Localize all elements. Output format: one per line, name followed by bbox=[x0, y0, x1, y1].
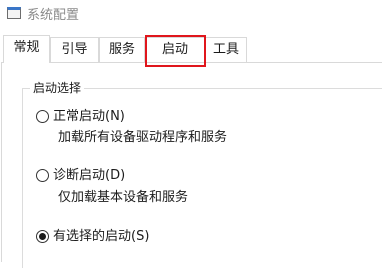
diagnostic-startup-description: 仅加载基本设备和服务 bbox=[58, 190, 189, 205]
tab-boot[interactable]: 引导 bbox=[50, 37, 99, 62]
radio-selected-dot bbox=[39, 233, 46, 240]
system-configuration-window: 系统配置 常规 引导 服务 启动 工具 启动选择 正常启动(N) 加载所有设备驱… bbox=[0, 0, 382, 268]
title-bar: 系统配置 bbox=[0, 0, 382, 30]
normal-startup-description: 加载所有设备驱动程序和服务 bbox=[58, 130, 228, 145]
tab-tools[interactable]: 工具 bbox=[205, 37, 247, 62]
normal-startup-label: 正常启动(N) bbox=[53, 109, 125, 124]
selective-startup-label: 有选择的启动(S) bbox=[53, 229, 150, 244]
tab-general[interactable]: 常规 bbox=[3, 35, 50, 63]
diagnostic-startup-radio[interactable] bbox=[36, 169, 49, 182]
diagnostic-startup-label: 诊断启动(D) bbox=[53, 168, 126, 183]
normal-startup-radio[interactable] bbox=[36, 110, 49, 123]
tab-services[interactable]: 服务 bbox=[99, 37, 145, 62]
tab-startup[interactable]: 启动 bbox=[145, 37, 205, 62]
window-title: 系统配置 bbox=[27, 8, 80, 23]
startup-selection-legend: 启动选择 bbox=[30, 79, 85, 96]
selective-startup-radio[interactable] bbox=[36, 230, 49, 243]
msconfig-icon bbox=[7, 7, 21, 19]
tab-strip: 常规 引导 服务 启动 工具 bbox=[0, 35, 382, 63]
